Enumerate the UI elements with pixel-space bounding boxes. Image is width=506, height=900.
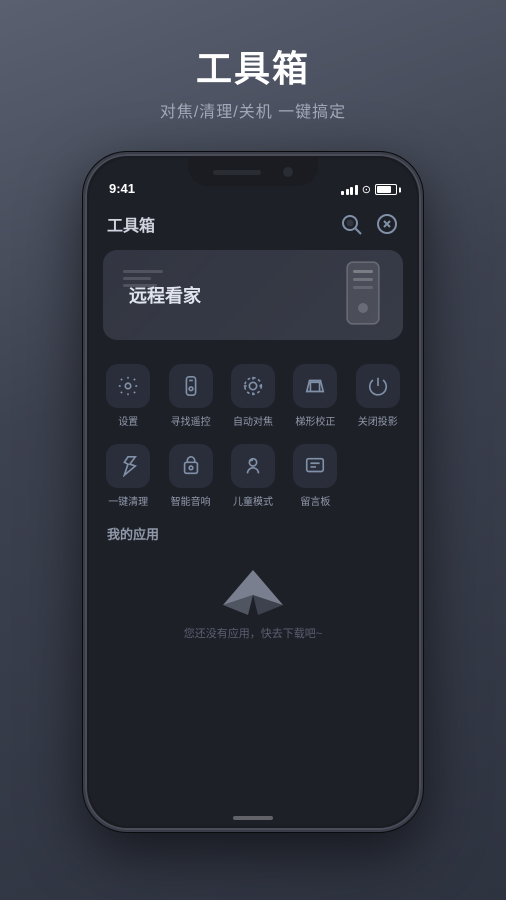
power-icon-circle bbox=[356, 364, 400, 408]
icon-label-settings: 设置 bbox=[118, 413, 138, 428]
paper-plane-icon bbox=[223, 565, 283, 615]
icon-label-clean: 一键清理 bbox=[108, 493, 148, 508]
find-remote-icon-circle bbox=[169, 364, 213, 408]
icon-item-keystone[interactable]: 梯形校正 bbox=[286, 358, 344, 434]
board-icon-circle bbox=[293, 444, 337, 488]
section-title-my-apps: 我的应用 bbox=[89, 514, 417, 549]
phone-frame: 9:41 ⊙ 工具箱 bbox=[83, 152, 423, 832]
remote-banner[interactable]: 远程看家 bbox=[103, 250, 403, 340]
icon-grid-row2: 一键清理 智能音响 bbox=[89, 434, 417, 514]
battery-icon bbox=[375, 184, 397, 195]
icon-item-power[interactable]: 关闭投影 bbox=[349, 358, 407, 434]
icon-item-clean[interactable]: 一键清理 bbox=[99, 438, 157, 514]
icon-label-power: 关闭投影 bbox=[358, 413, 398, 428]
icon-placeholder bbox=[349, 438, 407, 514]
app-header-icons[interactable] bbox=[339, 212, 399, 236]
signal-bar-3 bbox=[350, 187, 353, 195]
battery-fill bbox=[377, 186, 391, 193]
wifi-icon: ⊙ bbox=[362, 183, 371, 196]
icon-label-board: 留言板 bbox=[300, 493, 330, 508]
icon-item-speaker[interactable]: 智能音响 bbox=[161, 438, 219, 514]
phone-wrapper: 9:41 ⊙ 工具箱 bbox=[83, 152, 423, 832]
banner-text: 远程看家 bbox=[129, 282, 201, 308]
icon-label-autofocus: 自动对焦 bbox=[233, 413, 273, 428]
autofocus-icon-circle bbox=[231, 364, 275, 408]
notch bbox=[188, 158, 318, 186]
signal-bar-2 bbox=[346, 189, 349, 195]
status-icons: ⊙ bbox=[341, 183, 397, 196]
page-header: 工具箱 对焦/清理/关机 一键搞定 bbox=[160, 40, 346, 122]
signal-bars bbox=[341, 185, 358, 195]
no-apps-text: 您还没有应用，快去下载吧~ bbox=[184, 625, 322, 641]
notch-camera bbox=[283, 167, 293, 177]
icon-label-find-remote: 寻找遥控 bbox=[171, 413, 211, 428]
icon-item-children[interactable]: 儿童模式 bbox=[224, 438, 282, 514]
settings-icon-circle bbox=[106, 364, 150, 408]
icon-label-children: 儿童模式 bbox=[233, 493, 273, 508]
page-title: 工具箱 bbox=[160, 40, 346, 92]
icon-item-autofocus[interactable]: 自动对焦 bbox=[224, 358, 282, 434]
close-icon[interactable] bbox=[375, 212, 399, 236]
children-icon-circle bbox=[231, 444, 275, 488]
signal-bar-4 bbox=[355, 185, 358, 195]
keystone-icon-circle bbox=[293, 364, 337, 408]
banner-remote-icon bbox=[339, 258, 387, 333]
icon-item-settings[interactable]: 设置 bbox=[99, 358, 157, 434]
page-subtitle: 对焦/清理/关机 一键搞定 bbox=[160, 98, 346, 122]
notch-speaker bbox=[213, 170, 261, 175]
bottom-bar bbox=[89, 796, 417, 826]
app-content: 工具箱 bbox=[89, 202, 417, 826]
icon-label-keystone: 梯形校正 bbox=[295, 413, 335, 428]
signal-bar-1 bbox=[341, 191, 344, 195]
app-header: 工具箱 bbox=[89, 202, 417, 246]
app-header-title: 工具箱 bbox=[107, 212, 155, 236]
section-my-apps: 我的应用 您还没有应用，快去下载吧~ bbox=[89, 514, 417, 657]
clean-icon-circle bbox=[106, 444, 150, 488]
icon-item-find-remote[interactable]: 寻找遥控 bbox=[161, 358, 219, 434]
phone-screen: 9:41 ⊙ 工具箱 bbox=[89, 158, 417, 826]
icon-grid-row1: 设置 寻找遥控 bbox=[89, 344, 417, 434]
icon-item-board[interactable]: 留言板 bbox=[286, 438, 344, 514]
search-icon[interactable] bbox=[339, 212, 363, 236]
apps-area: 您还没有应用，快去下载吧~ bbox=[89, 549, 417, 657]
bottom-indicator bbox=[233, 816, 273, 820]
status-time: 9:41 bbox=[109, 181, 135, 196]
icon-label-speaker: 智能音响 bbox=[171, 493, 211, 508]
speaker-icon-circle bbox=[169, 444, 213, 488]
